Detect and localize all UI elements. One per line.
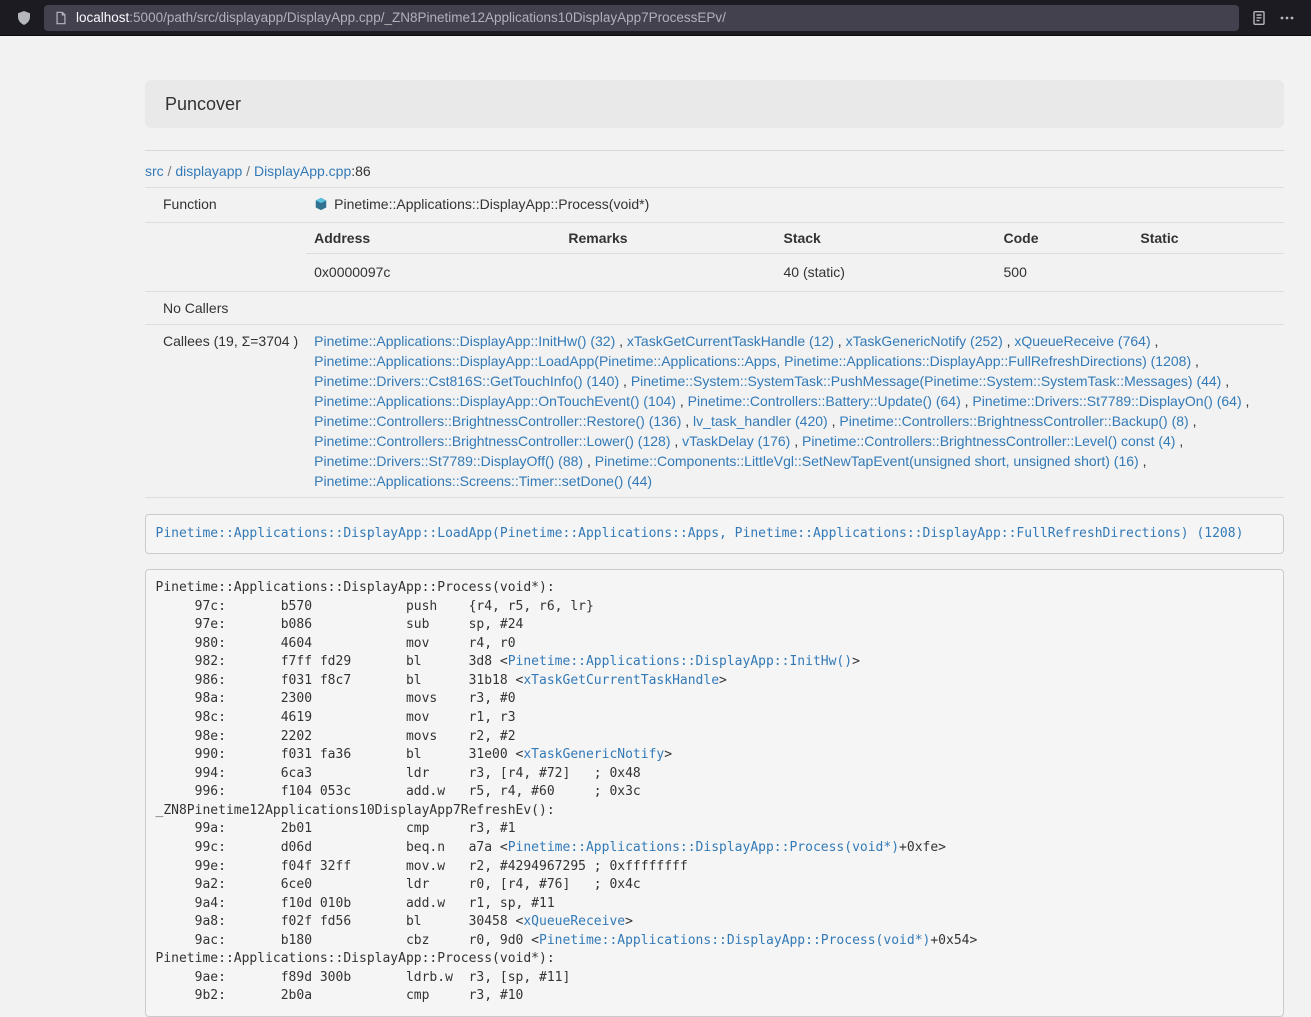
asm-symbol-link[interactable]: Pinetime::Applications::DisplayApp::Proc… xyxy=(539,933,930,948)
callee-link[interactable]: Pinetime::Controllers::BrightnessControl… xyxy=(314,413,681,429)
function-stats-table: Address Remarks Stack Code Static 0x0000… xyxy=(306,223,1284,291)
function-stats-values-row: 0x0000097c 40 (static) 500 xyxy=(306,254,1284,292)
page-content: Puncover src / displayapp / DisplayApp.c… xyxy=(0,36,1311,1017)
breadcrumb-link[interactable]: DisplayApp.cpp xyxy=(254,163,351,179)
browser-chrome: localhost:5000/path/src/displayapp/Displ… xyxy=(0,0,1311,36)
callee-link[interactable]: Pinetime::System::SystemTask::PushMessag… xyxy=(631,373,1222,389)
url-bar[interactable]: localhost:5000/path/src/displayapp/Displ… xyxy=(44,5,1239,31)
callee-link[interactable]: Pinetime::Applications::DisplayApp::Init… xyxy=(314,333,615,349)
reader-view-icon[interactable] xyxy=(1245,4,1273,32)
breadcrumb-separator: / xyxy=(242,163,254,179)
page-actions-menu-icon[interactable] xyxy=(1273,4,1301,32)
divider xyxy=(145,150,1284,151)
url-text: localhost:5000/path/src/displayapp/Displ… xyxy=(76,10,726,25)
url-host: localhost xyxy=(76,10,129,25)
app-header: Puncover xyxy=(145,80,1284,128)
asm-symbol-link[interactable]: Pinetime::Applications::DisplayApp::Init… xyxy=(508,654,852,669)
col-header-stack: Stack xyxy=(775,223,995,254)
value-static xyxy=(1132,254,1284,292)
breadcrumb-line-number: :86 xyxy=(351,163,370,179)
breadcrumb: src / displayapp / DisplayApp.cpp:86 xyxy=(145,161,1284,181)
callee-link[interactable]: Pinetime::Controllers::BrightnessControl… xyxy=(314,433,670,449)
callee-link[interactable]: Pinetime::Applications::DisplayApp::OnTo… xyxy=(314,393,676,409)
value-address: 0x0000097c xyxy=(306,254,560,292)
function-name: Pinetime::Applications::DisplayApp::Proc… xyxy=(334,196,649,212)
url-path: :5000/path/src/displayapp/DisplayApp.cpp… xyxy=(129,10,726,25)
callees-list: Pinetime::Applications::DisplayApp::Init… xyxy=(306,325,1284,498)
breadcrumb-link[interactable]: displayapp xyxy=(175,163,242,179)
callee-link[interactable]: Pinetime::Drivers::Cst816S::GetTouchInfo… xyxy=(314,373,619,389)
highlighted-symbol-box: Pinetime::Applications::DisplayApp::Load… xyxy=(145,514,1284,554)
callee-link[interactable]: Pinetime::Drivers::St7789::DisplayOn() (… xyxy=(972,393,1241,409)
callees-row: Callees (19, Σ=3704 ) Pinetime::Applicat… xyxy=(145,325,1284,498)
tracking-shield-icon[interactable] xyxy=(10,4,38,32)
callee-link[interactable]: Pinetime::Drivers::St7789::DisplayOff() … xyxy=(314,453,583,469)
function-table: Function Pinetime::Applications::Display… xyxy=(145,187,1284,498)
asm-symbol-link[interactable]: xTaskGetCurrentTaskHandle xyxy=(523,673,719,688)
function-stats-row: Address Remarks Stack Code Static 0x0000… xyxy=(145,223,1284,292)
app-title: Puncover xyxy=(165,94,241,115)
value-remarks xyxy=(560,254,775,292)
no-callers-label: No Callers xyxy=(145,292,1284,325)
asm-symbol-link[interactable]: xQueueReceive xyxy=(523,914,625,929)
callee-link[interactable]: Pinetime::Applications::Screens::Timer::… xyxy=(314,473,652,489)
highlighted-symbol-link[interactable]: Pinetime::Applications::DisplayApp::Load… xyxy=(156,526,1244,541)
breadcrumb-link[interactable]: src xyxy=(145,163,164,179)
col-header-address: Address xyxy=(306,223,560,254)
function-label: Function xyxy=(145,188,306,223)
value-stack: 40 (static) xyxy=(775,254,995,292)
col-header-remarks: Remarks xyxy=(560,223,775,254)
callee-link[interactable]: Pinetime::Applications::DisplayApp::Load… xyxy=(314,353,1191,369)
col-header-code: Code xyxy=(996,223,1133,254)
col-header-static: Static xyxy=(1132,223,1284,254)
page-info-icon[interactable] xyxy=(54,11,68,25)
function-row: Function Pinetime::Applications::Display… xyxy=(145,188,1284,223)
value-code: 500 xyxy=(996,254,1133,292)
callee-link[interactable]: xQueueReceive (764) xyxy=(1014,333,1150,349)
callee-link[interactable]: lv_task_handler (420) xyxy=(693,413,828,429)
asm-symbol-link[interactable]: xTaskGenericNotify xyxy=(523,747,664,762)
callee-link[interactable]: Pinetime::Controllers::BrightnessControl… xyxy=(802,433,1175,449)
callee-link[interactable]: xTaskGenericNotify (252) xyxy=(846,333,1003,349)
symbol-cube-icon xyxy=(314,196,328,216)
assembly-code: Pinetime::Applications::DisplayApp::Proc… xyxy=(145,569,1284,1017)
callee-link[interactable]: Pinetime::Components::LittleVgl::SetNewT… xyxy=(595,453,1139,469)
asm-symbol-link[interactable]: Pinetime::Applications::DisplayApp::Proc… xyxy=(508,840,899,855)
callee-link[interactable]: vTaskDelay (176) xyxy=(682,433,790,449)
callee-link[interactable]: xTaskGetCurrentTaskHandle (12) xyxy=(627,333,834,349)
callees-label: Callees (19, Σ=3704 ) xyxy=(145,325,306,498)
callee-link[interactable]: Pinetime::Controllers::BrightnessControl… xyxy=(839,413,1188,429)
callee-link[interactable]: Pinetime::Controllers::Battery::Update()… xyxy=(688,393,961,409)
no-callers-row: No Callers xyxy=(145,292,1284,325)
breadcrumb-separator: / xyxy=(164,163,176,179)
